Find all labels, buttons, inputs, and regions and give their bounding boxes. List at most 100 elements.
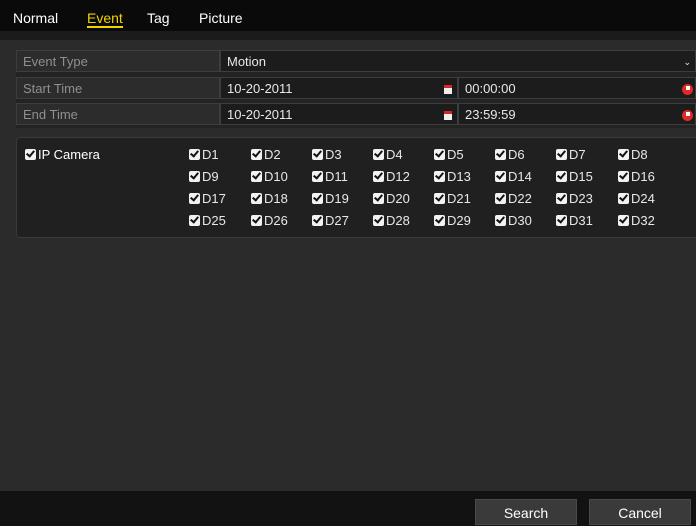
chevron-down-icon[interactable]: ⌄ bbox=[683, 51, 691, 73]
checkbox-checked-icon bbox=[251, 149, 262, 161]
channel-checkbox-d23[interactable]: D23 bbox=[556, 190, 593, 206]
channel-checkbox-d5[interactable]: D5 bbox=[434, 146, 464, 162]
channel-label: D5 bbox=[447, 147, 464, 163]
channel-label: D14 bbox=[508, 169, 532, 185]
checkbox-checked-icon bbox=[434, 171, 445, 183]
checkbox-checked-icon bbox=[618, 215, 629, 227]
checkbox-checked-icon bbox=[312, 149, 323, 161]
channel-label: D22 bbox=[508, 191, 532, 207]
start-time-row: Start Time 10-20-2011 00:00:00 bbox=[16, 77, 696, 99]
checkbox-checked-icon bbox=[251, 193, 262, 205]
channel-label: D4 bbox=[386, 147, 403, 163]
end-date-field[interactable]: 10-20-2011 bbox=[220, 103, 458, 125]
channel-checkbox-d24[interactable]: D24 bbox=[618, 190, 655, 206]
channel-checkbox-d19[interactable]: D19 bbox=[312, 190, 349, 206]
end-time-field[interactable]: 23:59:59 bbox=[458, 103, 696, 125]
checkbox-checked-icon bbox=[251, 171, 262, 183]
start-time-field[interactable]: 00:00:00 bbox=[458, 77, 696, 99]
checkbox-checked-icon bbox=[434, 215, 445, 227]
channel-checkbox-d29[interactable]: D29 bbox=[434, 212, 471, 228]
checkbox-checked-icon bbox=[618, 193, 629, 205]
channel-checkbox-d13[interactable]: D13 bbox=[434, 168, 471, 184]
camera-select-panel: IP Camera D1 D2 D3 D4 D5 D6 D7 D8 D9 D10 D11 D12 D13… bbox=[16, 137, 696, 238]
channel-label: D13 bbox=[447, 169, 471, 185]
channel-checkbox-d10[interactable]: D10 bbox=[251, 168, 288, 184]
start-date-field[interactable]: 10-20-2011 bbox=[220, 77, 458, 99]
channel-checkbox-d32[interactable]: D32 bbox=[618, 212, 655, 228]
tab-bar: Normal Event Tag Picture bbox=[0, 0, 696, 31]
channel-checkbox-d15[interactable]: D15 bbox=[556, 168, 593, 184]
tab-normal[interactable]: Normal bbox=[13, 10, 58, 26]
channel-label: D30 bbox=[508, 213, 532, 229]
channel-checkbox-d6[interactable]: D6 bbox=[495, 146, 525, 162]
channel-checkbox-d31[interactable]: D31 bbox=[556, 212, 593, 228]
calendar-icon[interactable] bbox=[444, 111, 452, 120]
channel-checkbox-d27[interactable]: D27 bbox=[312, 212, 349, 228]
channel-checkbox-d28[interactable]: D28 bbox=[373, 212, 410, 228]
channel-label: D27 bbox=[325, 213, 349, 229]
channel-checkbox-d18[interactable]: D18 bbox=[251, 190, 288, 206]
channel-label: D21 bbox=[447, 191, 471, 207]
checkbox-checked-icon bbox=[495, 215, 506, 227]
tab-picture[interactable]: Picture bbox=[199, 10, 243, 26]
cancel-button[interactable]: Cancel bbox=[589, 499, 691, 525]
start-time-label: Start Time bbox=[16, 77, 220, 99]
ip-camera-checkbox[interactable]: IP Camera bbox=[25, 146, 100, 162]
checkbox-checked-icon bbox=[495, 149, 506, 161]
start-time-value: 00:00:00 bbox=[465, 81, 516, 96]
checkbox-checked-icon bbox=[189, 193, 200, 205]
channel-label: D10 bbox=[264, 169, 288, 185]
tab-tag[interactable]: Tag bbox=[147, 10, 170, 26]
channel-checkbox-d26[interactable]: D26 bbox=[251, 212, 288, 228]
channel-checkbox-d4[interactable]: D4 bbox=[373, 146, 403, 162]
channel-checkbox-d25[interactable]: D25 bbox=[189, 212, 226, 228]
channel-checkbox-d30[interactable]: D30 bbox=[495, 212, 532, 228]
channel-label: D15 bbox=[569, 169, 593, 185]
channel-label: D12 bbox=[386, 169, 410, 185]
channel-checkbox-d17[interactable]: D17 bbox=[189, 190, 226, 206]
event-type-select[interactable]: Motion ⌄ bbox=[220, 50, 696, 72]
channel-label: D8 bbox=[631, 147, 648, 163]
event-type-value: Motion bbox=[227, 54, 267, 69]
checkbox-checked-icon bbox=[25, 149, 36, 161]
event-type-row: Event Type Motion ⌄ bbox=[16, 50, 696, 72]
channel-checkbox-d9[interactable]: D9 bbox=[189, 168, 219, 184]
channel-label: D28 bbox=[386, 213, 410, 229]
start-date-value: 10-20-2011 bbox=[227, 81, 293, 96]
clock-icon[interactable] bbox=[682, 110, 693, 121]
checkbox-checked-icon bbox=[373, 149, 384, 161]
channel-checkbox-d12[interactable]: D12 bbox=[373, 168, 410, 184]
channel-label: D6 bbox=[508, 147, 525, 163]
channel-label: D23 bbox=[569, 191, 593, 207]
checkbox-checked-icon bbox=[556, 193, 567, 205]
checkbox-checked-icon bbox=[556, 149, 567, 161]
channel-checkbox-d1[interactable]: D1 bbox=[189, 146, 219, 162]
search-button[interactable]: Search bbox=[475, 499, 577, 525]
channel-checkbox-d14[interactable]: D14 bbox=[495, 168, 532, 184]
checkbox-checked-icon bbox=[556, 171, 567, 183]
checkbox-checked-icon bbox=[251, 215, 262, 227]
clock-icon[interactable] bbox=[682, 84, 693, 95]
channel-checkbox-d8[interactable]: D8 bbox=[618, 146, 648, 162]
checkbox-checked-icon bbox=[373, 193, 384, 205]
channel-checkbox-d21[interactable]: D21 bbox=[434, 190, 471, 206]
channel-label: D29 bbox=[447, 213, 471, 229]
tab-divider bbox=[0, 31, 696, 40]
channel-checkbox-d7[interactable]: D7 bbox=[556, 146, 586, 162]
channel-checkbox-d3[interactable]: D3 bbox=[312, 146, 342, 162]
channel-label: D16 bbox=[631, 169, 655, 185]
channel-checkbox-d11[interactable]: D11 bbox=[312, 168, 348, 184]
search-params-panel: Event Type Motion ⌄ Start Time 10-20-201… bbox=[16, 50, 696, 128]
checkbox-checked-icon bbox=[434, 193, 445, 205]
channel-label: D31 bbox=[569, 213, 593, 229]
channel-checkbox-d22[interactable]: D22 bbox=[495, 190, 532, 206]
channel-label: D17 bbox=[202, 191, 226, 207]
channel-label: D32 bbox=[631, 213, 655, 229]
ip-camera-label: IP Camera bbox=[38, 147, 100, 163]
channel-checkbox-d20[interactable]: D20 bbox=[373, 190, 410, 206]
calendar-icon[interactable] bbox=[444, 85, 452, 94]
checkbox-checked-icon bbox=[189, 171, 200, 183]
channel-checkbox-d2[interactable]: D2 bbox=[251, 146, 281, 162]
channel-checkbox-d16[interactable]: D16 bbox=[618, 168, 655, 184]
tab-event[interactable]: Event bbox=[87, 10, 123, 28]
